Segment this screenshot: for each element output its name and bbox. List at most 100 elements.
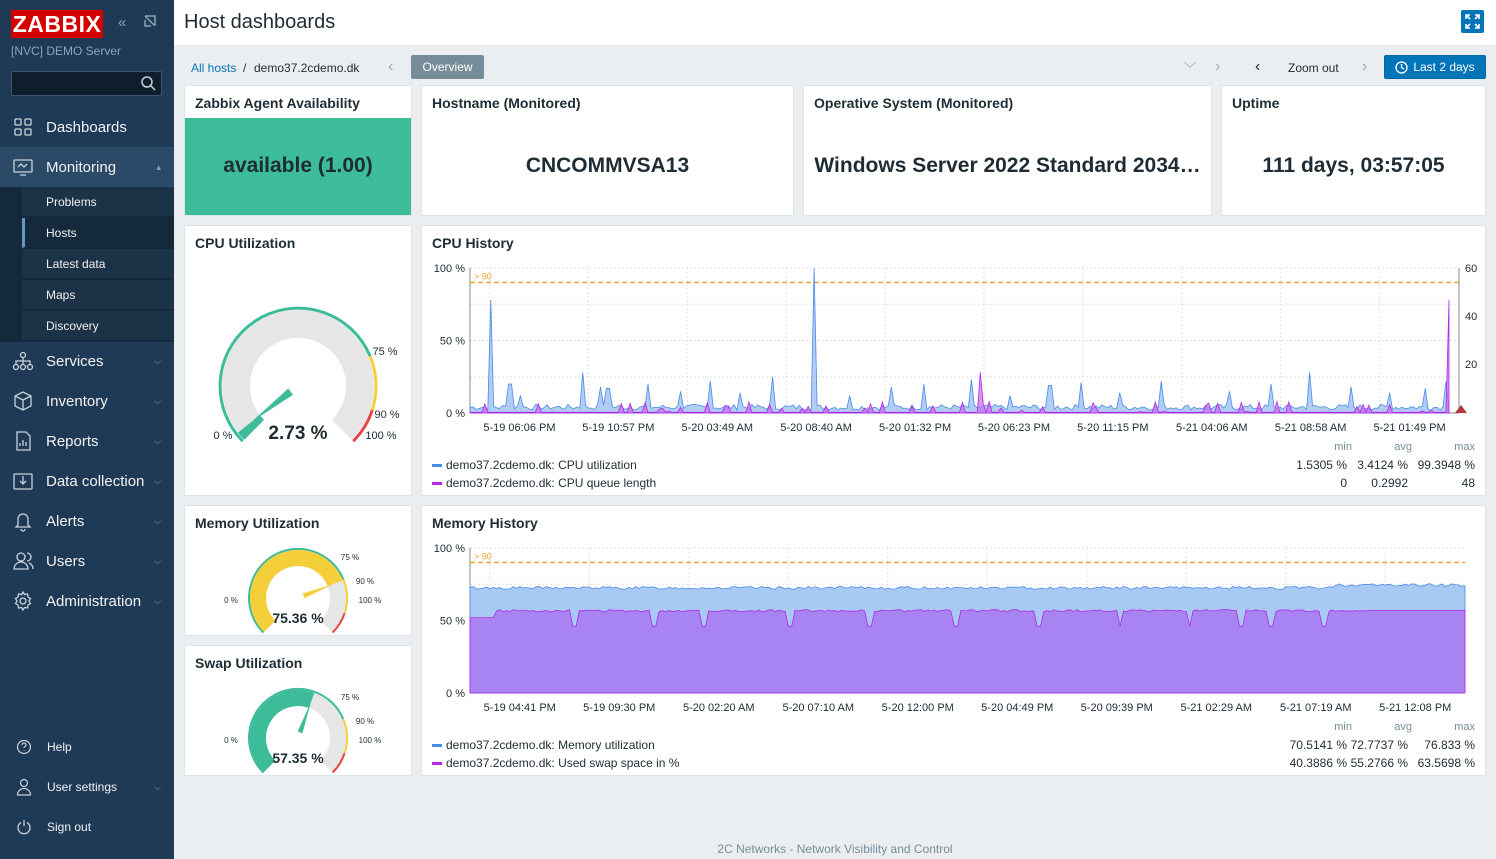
submenu-hosts[interactable]: Hosts	[22, 218, 174, 248]
user-icon	[0, 778, 47, 796]
x-tick-label: 5-20 04:49 PM	[981, 702, 1053, 714]
cpu-queue-length-series	[469, 299, 1450, 414]
chevron-down-icon: ⌵	[154, 435, 161, 446]
stat-max: 76.833 %	[1424, 738, 1475, 752]
legend-item: demo37.2cdemo.dk: CPU queue length	[432, 476, 656, 490]
legend-item: demo37.2cdemo.dk: CPU utilization	[432, 458, 637, 472]
submenu-latest-data[interactable]: Latest data	[22, 249, 174, 279]
y-tick-label: 0 %	[446, 688, 465, 700]
search-input[interactable]	[12, 72, 137, 95]
inventory-icon	[0, 390, 46, 412]
stat-avg: 0.2992	[1371, 476, 1408, 490]
stat-header-max: max	[1454, 721, 1475, 733]
gauge-track	[222, 310, 374, 440]
widget-os: Operative System (Monitored) Windows Ser…	[803, 85, 1212, 216]
y-tick-label: 50 %	[440, 336, 465, 348]
y-tick-label: 0 %	[446, 408, 465, 420]
next-page-icon[interactable]: ›	[1215, 58, 1220, 76]
alerts-icon	[0, 510, 46, 532]
menu-label: Users	[46, 552, 86, 570]
time-period-button[interactable]: Last 2 days	[1384, 55, 1486, 79]
menu-label: Help	[47, 740, 72, 754]
hide-sidebar-icon[interactable]	[143, 14, 157, 32]
menu-alerts[interactable]: Alerts ⌵	[0, 501, 174, 541]
gauge-fill	[237, 415, 265, 440]
gauge-needle	[251, 388, 294, 422]
zabbix-logo[interactable]: ZABBIX	[11, 10, 103, 38]
gauge-label-max: 100 %	[359, 596, 382, 605]
x-tick-label: 5-21 01:49 PM	[1373, 422, 1445, 434]
widget-hostname: Hostname (Monitored) CNCOMMVSA13	[421, 85, 794, 216]
gauge-needle	[297, 702, 311, 734]
x-tick-label: 5-20 06:23 PM	[978, 422, 1050, 434]
stat-min: 40.3886 %	[1289, 756, 1347, 770]
breadcrumb-all-hosts[interactable]: All hosts	[191, 61, 236, 75]
widget-title: Operative System (Monitored)	[814, 95, 1014, 111]
x-tick-label: 5-19 10:57 PM	[582, 422, 654, 434]
monitoring-icon	[0, 157, 46, 177]
hostname-value: CNCOMMVSA13	[525, 154, 690, 177]
widget-title: Hostname (Monitored)	[432, 95, 581, 111]
submenu-maps[interactable]: Maps	[22, 280, 174, 310]
menu-services[interactable]: Services ⌵	[0, 341, 174, 381]
gauge-label-min: 0 %	[214, 430, 233, 442]
collapse-sidebar-icon[interactable]: «	[118, 14, 126, 31]
menu-label: Inventory	[46, 392, 108, 410]
submenu-problems[interactable]: Problems	[22, 187, 174, 217]
menu-label: Sign out	[47, 820, 92, 834]
menu-reports[interactable]: Reports ⌵	[0, 421, 174, 461]
widget-title: Memory History	[432, 515, 538, 531]
gauge-label-max: 100 %	[365, 430, 396, 442]
clock-icon	[1395, 60, 1408, 74]
uptime-value: 111 days, 03:57:05	[1262, 154, 1445, 177]
threshold-label: > 90	[474, 272, 492, 282]
gear-icon	[0, 590, 46, 612]
menu-inventory[interactable]: Inventory ⌵	[0, 381, 174, 421]
y2-tick-label: 40	[1465, 311, 1477, 323]
stat-header-avg: avg	[1394, 721, 1412, 733]
search-icon[interactable]	[140, 75, 156, 91]
swap-gauge: 0 % 75 % 90 % 100 % 57.35 %	[224, 687, 381, 774]
threshold-label: > 90	[474, 552, 492, 562]
menu-user-settings[interactable]: User settings ⌵	[0, 767, 174, 807]
time-back-icon[interactable]: ‹	[1255, 58, 1260, 76]
x-tick-label: 5-20 08:40 AM	[780, 422, 852, 434]
legend-swatch	[432, 463, 442, 467]
x-tick-label: 5-20 01:32 PM	[879, 422, 951, 434]
submenu-discovery[interactable]: Discovery	[22, 311, 174, 341]
gauge-label-critical: 90 %	[356, 717, 374, 726]
help-icon	[0, 739, 47, 755]
previous-page-icon[interactable]: ‹	[388, 58, 393, 76]
chevron-down-icon: ⌵	[154, 395, 161, 406]
legend-label: demo37.2cdemo.dk: Memory utilization	[446, 738, 655, 752]
chevron-down-icon: ⌵	[154, 515, 161, 526]
menu-sign-out[interactable]: Sign out	[0, 807, 174, 847]
breadcrumb-host[interactable]: demo37.2cdemo.dk	[254, 61, 359, 75]
menu-users[interactable]: Users ⌵	[0, 541, 174, 581]
legend-label: demo37.2cdemo.dk: CPU queue length	[446, 476, 657, 490]
menu-label: Dashboards	[46, 118, 127, 136]
menu-label: Data collection	[46, 472, 145, 490]
widget-title: Uptime	[1232, 95, 1280, 111]
widget-memory-history: Memory History 5-19 04:41 PM 5-19 09:30 P…	[421, 505, 1486, 776]
legend-swatch	[432, 481, 442, 485]
menu-label: User settings	[47, 780, 118, 794]
stat-min: 0	[1340, 476, 1347, 490]
legend-swatch	[432, 743, 442, 747]
gauge-label-warning: 75 %	[341, 693, 359, 702]
zoom-out-button[interactable]: Zoom out	[1288, 61, 1339, 75]
menu-monitoring[interactable]: Monitoring ▴	[0, 147, 174, 187]
chevron-down-icon[interactable]: ⌵	[1184, 55, 1196, 73]
time-forward-icon[interactable]: ›	[1362, 58, 1367, 76]
tab-overview[interactable]: Overview	[411, 55, 484, 79]
widget-agent-availability: Zabbix Agent Availability available (1.0…	[184, 85, 412, 216]
menu-help[interactable]: Help	[0, 727, 174, 767]
menu-administration[interactable]: Administration ⌵	[0, 581, 174, 621]
stat-avg: 3.4124 %	[1357, 458, 1408, 472]
power-icon	[0, 819, 47, 835]
menu-data-collection[interactable]: Data collection ⌵	[0, 461, 174, 501]
menu-dashboards[interactable]: Dashboards	[0, 107, 174, 147]
gauge-label-warning: 75 %	[341, 553, 359, 562]
fullscreen-button[interactable]	[1461, 10, 1484, 33]
x-tick-label: 5-20 12:00 PM	[882, 702, 954, 714]
